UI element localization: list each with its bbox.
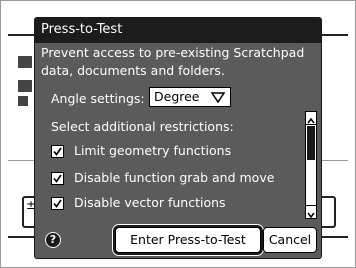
angle-settings-dropdown[interactable]: Degree (149, 87, 231, 107)
background-document-icon-2 (18, 80, 32, 92)
disable-vector-label: Disable vector functions (74, 195, 226, 210)
chevron-down-icon (211, 92, 225, 103)
check-icon (53, 174, 62, 183)
check-icon (53, 199, 62, 208)
question-icon[interactable]: ? (45, 232, 61, 248)
angle-settings-value: Degree (154, 89, 200, 104)
limit-geometry-label: Limit geometry functions (74, 143, 232, 158)
option-limit-geometry[interactable]: Limit geometry functions (51, 142, 231, 160)
limit-geometry-checkbox[interactable] (51, 144, 64, 158)
additional-restrictions-label: Select additional restrictions: (51, 119, 234, 134)
press-to-test-dialog: Press-to-Test Prevent access to pre-exis… (34, 17, 322, 259)
option-disable-vector[interactable]: Disable vector functions (51, 194, 226, 212)
cancel-button[interactable]: Cancel (263, 227, 317, 253)
option-disable-grab-move[interactable]: Disable function grab and move (51, 169, 274, 187)
dialog-description: Prevent access to pre-existing Scratchpa… (41, 45, 305, 78)
background-document-icon (18, 56, 32, 68)
disable-grab-move-label: Disable function grab and move (74, 170, 275, 185)
background-document-icon-3 (18, 96, 28, 106)
scroll-up-button[interactable] (306, 112, 316, 125)
scroll-thumb[interactable] (307, 126, 315, 160)
arrow-down-icon (307, 212, 315, 219)
enter-press-to-test-button[interactable]: Enter Press-to-Test (115, 227, 261, 253)
disable-vector-checkbox[interactable] (51, 196, 64, 210)
scroll-down-button[interactable] (306, 205, 316, 219)
angle-settings-label: Angle settings: (51, 91, 145, 106)
restrictions-scrollbar[interactable] (305, 111, 317, 219)
check-icon (53, 147, 62, 156)
disable-grab-move-checkbox[interactable] (51, 171, 64, 185)
dialog-title: Press-to-Test (35, 18, 321, 43)
